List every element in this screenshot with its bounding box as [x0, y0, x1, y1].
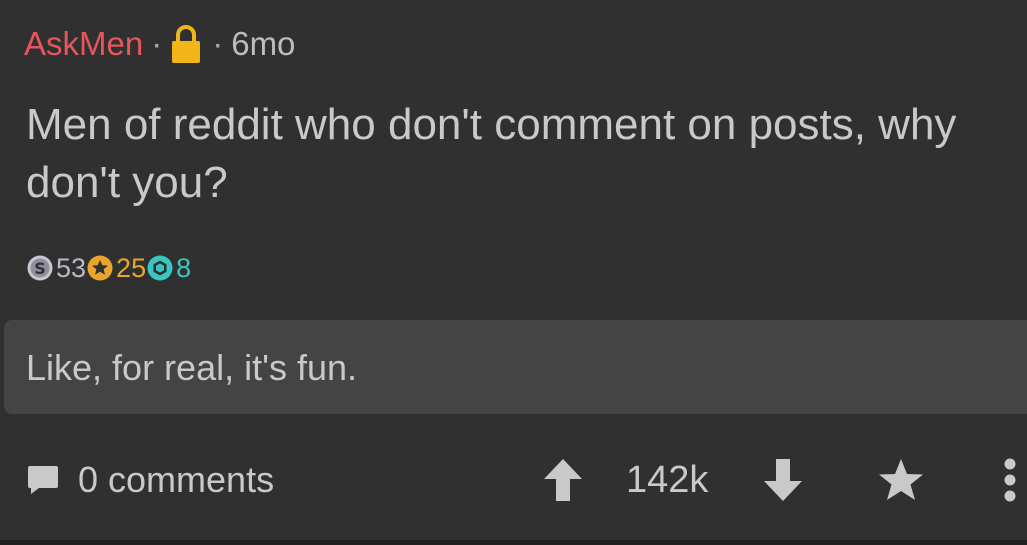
meta-separator: ·: [212, 25, 224, 62]
gold-award-icon: [87, 255, 113, 281]
post-body-text: Like, for real, it's fun.: [26, 347, 358, 388]
platinum-award-count: 8: [176, 252, 192, 283]
comments-button[interactable]: 0 comments: [26, 456, 274, 504]
star-icon: [879, 459, 923, 500]
comments-count-label: 0 comments: [78, 459, 275, 500]
awards-row[interactable]: S 53 25 8: [26, 251, 191, 285]
silver-award-icon: S: [27, 255, 53, 281]
more-options-button[interactable]: [996, 454, 1024, 506]
post-meta: AskMen · · 6mo: [24, 22, 295, 66]
platinum-award: 8: [146, 253, 191, 284]
subreddit-link[interactable]: AskMen: [24, 25, 143, 63]
post-divider: [0, 540, 1027, 545]
save-star-button[interactable]: [876, 454, 926, 506]
meta-separator: ·: [151, 25, 163, 62]
silver-award-count: 53: [56, 252, 87, 283]
gold-award-count: 25: [116, 252, 147, 283]
silver-award: S 53: [26, 253, 86, 284]
post-age: 6mo: [231, 25, 296, 62]
post-card[interactable]: AskMen · · 6mo Men of reddit who don't c…: [0, 0, 1027, 545]
post-body[interactable]: Like, for real, it's fun.: [4, 320, 1027, 414]
vote-score: 142k: [626, 459, 709, 501]
post-actions: 0 comments 142k: [0, 440, 1027, 520]
arrow-up-icon: [544, 459, 582, 501]
platinum-award-icon: [147, 255, 173, 281]
downvote-button[interactable]: [760, 454, 806, 506]
gold-award: 25: [86, 253, 146, 284]
comment-icon: [28, 466, 58, 494]
post-title[interactable]: Men of reddit who don't comment on posts…: [26, 96, 1001, 212]
svg-text:S: S: [34, 259, 46, 278]
more-vertical-icon: [1004, 458, 1016, 502]
lock-icon: [168, 22, 204, 66]
upvote-button[interactable]: [540, 454, 586, 506]
arrow-down-icon: [764, 459, 802, 501]
